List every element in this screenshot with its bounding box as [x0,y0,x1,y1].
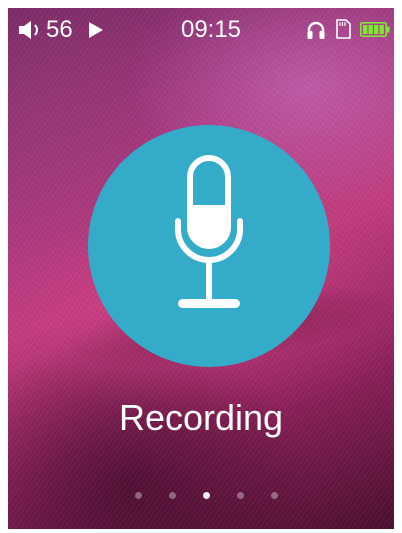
mode-label: Recording [118,397,284,438]
status-bar: 56 09:15 [8,8,394,48]
page-dot[interactable] [271,492,278,499]
battery-icon [360,22,390,37]
page-dot-active[interactable] [203,492,210,499]
headphone-icon [307,21,325,39]
screen: 56 09:15 Recording [8,8,394,529]
volume-level: 56 [46,16,73,43]
page-dot[interactable] [237,492,244,499]
page-dot[interactable] [135,492,142,499]
microphone-icon [175,155,243,308]
device-frame: 56 09:15 Recording [0,0,402,533]
sd-card-icon [336,19,351,39]
play-icon [89,22,103,38]
page-dot[interactable] [169,492,176,499]
speaker-icon [19,21,38,39]
clock: 09:15 [180,16,242,43]
record-button[interactable] [88,125,330,367]
page-indicator [8,490,394,502]
